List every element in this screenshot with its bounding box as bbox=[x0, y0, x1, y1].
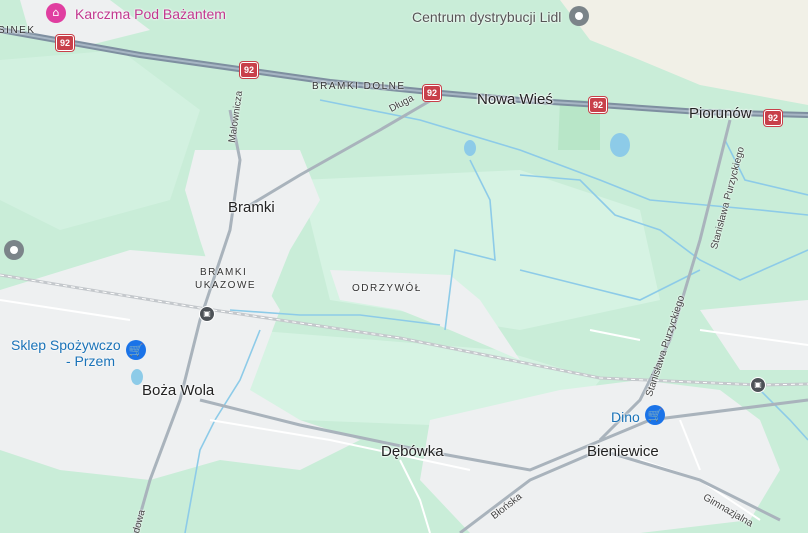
shopping-cart-icon[interactable]: 🛒 bbox=[645, 405, 665, 425]
pond bbox=[464, 140, 476, 156]
highway-shield-92: 92 bbox=[56, 35, 74, 51]
place-label-bramki-ukazowe-1: BRAMKI bbox=[200, 267, 248, 278]
pond bbox=[610, 133, 630, 157]
place-label-sinek: SINEK bbox=[0, 25, 36, 36]
poi-label-dino[interactable]: Dino bbox=[611, 410, 640, 424]
place-label-boza-wola: Boża Wola bbox=[142, 382, 215, 399]
place-label-nowa-wies: Nowa Wieś bbox=[477, 91, 553, 108]
poi-label-lidl[interactable]: Centrum dystrybucji Lidl bbox=[412, 10, 561, 24]
poi-label-karczma[interactable]: Karczma Pod Bażantem bbox=[75, 7, 226, 21]
place-pin-icon[interactable] bbox=[4, 240, 24, 260]
highway-shield-92: 92 bbox=[589, 97, 607, 113]
train-station-icon[interactable]: ▣ bbox=[199, 306, 215, 322]
highway-shield-92: 92 bbox=[764, 110, 782, 126]
poi-label-sklep-line2[interactable]: - Przem bbox=[66, 354, 115, 368]
place-label-bieniewice: Bieniewice bbox=[587, 443, 659, 460]
highway-shield-92: 92 bbox=[423, 85, 441, 101]
hotel-pin-icon[interactable]: ⌂ bbox=[46, 3, 66, 23]
place-label-bramki: Bramki bbox=[228, 199, 275, 216]
place-pin-icon[interactable] bbox=[569, 6, 589, 26]
place-label-odrzywol: ODRZYWÓŁ bbox=[352, 283, 422, 294]
place-label-bramki-dolne: BRAMKI DOLNE bbox=[312, 81, 406, 92]
shopping-cart-icon[interactable]: 🛒 bbox=[126, 340, 146, 360]
place-label-debowka: Dębówka bbox=[381, 443, 444, 460]
place-label-bramki-ukazowe-2: UKAZOWE bbox=[195, 280, 257, 291]
place-label-piorunow: Piorunów bbox=[689, 105, 752, 122]
train-station-icon[interactable]: ▣ bbox=[750, 377, 766, 393]
poi-label-sklep-line1[interactable]: Sklep Spożywczo bbox=[11, 338, 121, 352]
highway-shield-92: 92 bbox=[240, 62, 258, 78]
